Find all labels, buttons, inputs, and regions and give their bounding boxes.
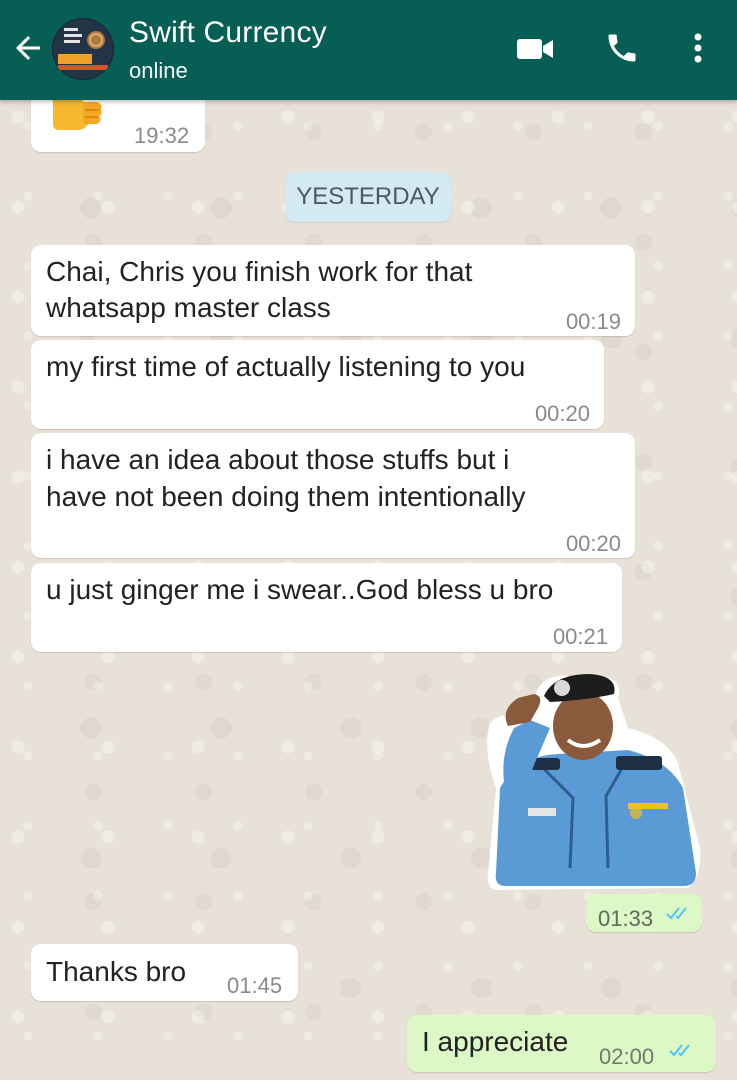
contact-status: online — [129, 58, 188, 83]
message-time: 00:20 — [565, 531, 621, 556]
message-time: 01:45 — [227, 973, 283, 998]
chat-header: Swift Currency online — [0, 0, 737, 100]
message-text: my first time of actually listening to y… — [46, 351, 526, 382]
message-time: 00:20 — [534, 401, 590, 426]
read-receipt-icon — [666, 907, 687, 920]
date-separator: YESTERDAY — [285, 172, 451, 222]
message-time: 00:19 — [565, 309, 621, 334]
message-bubble-incoming[interactable]: Chai, Chris you finish work for that wha… — [31, 245, 635, 336]
saluting-officer-sticker — [487, 674, 701, 890]
more-options-button[interactable] — [688, 30, 708, 66]
message-text: Chai, Chris you finish work for that — [46, 256, 473, 287]
message-text: Thanks bro — [46, 956, 187, 987]
message-time: 01:33 — [598, 906, 654, 931]
message-bubble-incoming[interactable]: u just ginger me i swear..God bless u br… — [31, 563, 622, 652]
message-text: have not been doing them intentionally — [46, 481, 526, 512]
message-text: I appreciate — [422, 1026, 569, 1057]
message-time: 02:00 — [599, 1044, 655, 1069]
video-camera-icon — [517, 39, 553, 59]
voice-call-button[interactable] — [604, 30, 640, 66]
message-bubble-outgoing[interactable]: I appreciate 02:00 — [407, 1015, 716, 1072]
sticker-time-badge: 01:33 — [586, 894, 702, 932]
phone-icon — [608, 34, 636, 62]
arrow-left-icon — [16, 36, 40, 60]
avatar-logo-image — [52, 18, 114, 80]
message-time: 19:32 — [134, 123, 190, 148]
contact-name[interactable]: Swift Currency — [129, 16, 327, 50]
sticker-message-outgoing[interactable] — [478, 668, 704, 894]
message-bubble-incoming[interactable]: Thanks bro 01:45 — [31, 944, 298, 1001]
back-button[interactable] — [10, 30, 46, 66]
more-vert-icon — [694, 33, 702, 63]
message-time: 00:21 — [552, 624, 608, 649]
message-bubble-incoming[interactable]: my first time of actually listening to y… — [31, 340, 604, 429]
message-text: i have an idea about those stuffs but i — [46, 444, 510, 475]
message-text: u just ginger me i swear..God bless u br… — [46, 574, 554, 605]
message-text: whatsapp master class — [46, 292, 331, 323]
message-bubble-incoming[interactable]: i have an idea about those stuffs but i … — [31, 433, 635, 558]
contact-avatar[interactable] — [52, 18, 114, 80]
read-receipt-icon — [669, 1044, 690, 1057]
video-call-button[interactable] — [515, 34, 555, 64]
